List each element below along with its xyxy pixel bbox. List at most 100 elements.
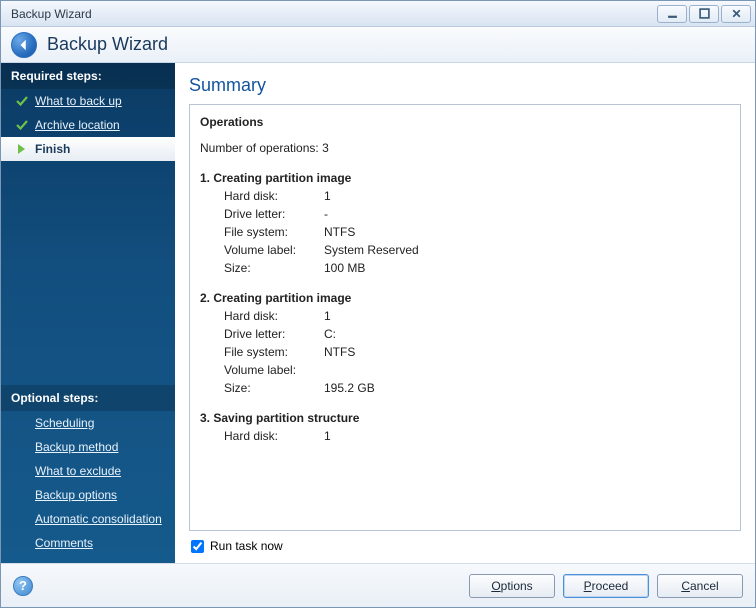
opt-label: Backup method: [35, 440, 118, 454]
operation-row: Drive letter:-: [200, 205, 730, 223]
optional-step-4[interactable]: Automatic consolidation: [1, 507, 175, 531]
run-task-label[interactable]: Run task now: [210, 539, 283, 553]
operation-row: Size:195.2 GB: [200, 379, 730, 397]
button-label-rest: roceed: [592, 579, 629, 593]
check-icon: [15, 118, 29, 132]
required-step-1[interactable]: Archive location: [1, 113, 175, 137]
accelerator: P: [584, 579, 592, 593]
optional-steps-header: Optional steps:: [1, 385, 175, 411]
optional-step-1[interactable]: Backup method: [1, 435, 175, 459]
button-label-rest: ptions: [501, 579, 533, 593]
main-panel: Summary Operations Number of operations:…: [175, 63, 755, 563]
header: Backup Wizard: [1, 27, 755, 63]
required-step-0[interactable]: What to back up: [1, 89, 175, 113]
row-value: 100 MB: [324, 259, 365, 277]
operation-row: Volume label:: [200, 361, 730, 379]
optional-step-0[interactable]: Scheduling: [1, 411, 175, 435]
step-label: Archive location: [35, 118, 120, 132]
required-steps-header: Required steps:: [1, 63, 175, 89]
close-icon: [731, 8, 742, 19]
row-key: Volume label:: [224, 241, 324, 259]
cancel-button[interactable]: Cancel: [657, 574, 743, 598]
row-value: 1: [324, 427, 331, 445]
operations-count-label: Number of operations:: [200, 141, 319, 155]
operation-1: 1. Creating partition imageHard disk:1Dr…: [200, 169, 730, 277]
row-key: Hard disk:: [224, 307, 324, 325]
close-button[interactable]: [721, 5, 751, 23]
operations-count-value: 3: [322, 141, 329, 155]
row-value: -: [324, 205, 328, 223]
row-value: NTFS: [324, 223, 355, 241]
step-label: What to back up: [35, 94, 122, 108]
options-button[interactable]: Options: [469, 574, 555, 598]
titlebar: Backup Wizard: [1, 1, 755, 27]
sidebar: Required steps: What to back up Archive l…: [1, 63, 175, 563]
required-step-2[interactable]: Finish: [1, 137, 175, 161]
row-key: File system:: [224, 223, 324, 241]
operation-row: Size:100 MB: [200, 259, 730, 277]
operation-title: 3. Saving partition structure: [200, 409, 730, 427]
run-task-checkbox[interactable]: [191, 540, 204, 553]
minimize-button[interactable]: [657, 5, 687, 23]
summary-box: Operations Number of operations: 3 1. Cr…: [189, 104, 741, 531]
operation-title: 1. Creating partition image: [200, 169, 730, 187]
back-arrow-icon: [17, 38, 31, 52]
summary-heading: Summary: [189, 75, 741, 96]
bullet-icon: [15, 440, 29, 454]
row-key: Size:: [224, 379, 324, 397]
optional-step-5[interactable]: Comments: [1, 531, 175, 555]
bullet-icon: [15, 536, 29, 550]
operation-row: Hard disk:1: [200, 307, 730, 325]
operation-row: File system:NTFS: [200, 343, 730, 361]
row-value: NTFS: [324, 343, 355, 361]
footer: ? Options Proceed Cancel: [1, 563, 755, 607]
bullet-icon: [15, 488, 29, 502]
help-icon: ?: [19, 578, 27, 593]
window: Backup Wizard Backup Wizard Required ste…: [0, 0, 756, 608]
row-value: System Reserved: [324, 241, 419, 259]
operations-count: Number of operations: 3: [200, 139, 730, 157]
row-key: Drive letter:: [224, 325, 324, 343]
help-button[interactable]: ?: [13, 576, 33, 596]
row-key: Size:: [224, 259, 324, 277]
run-task-row: Run task now: [189, 539, 741, 553]
button-label-rest: ancel: [690, 579, 719, 593]
operation-2: 2. Creating partition imageHard disk:1Dr…: [200, 289, 730, 397]
accelerator: O: [491, 579, 500, 593]
operation-row: Hard disk:1: [200, 427, 730, 445]
minimize-icon: [667, 8, 678, 19]
row-value: 195.2 GB: [324, 379, 375, 397]
sidebar-spacer: [1, 161, 175, 385]
header-title: Backup Wizard: [47, 34, 168, 55]
opt-label: Automatic consolidation: [35, 512, 162, 526]
window-title: Backup Wizard: [11, 7, 655, 21]
step-label: Finish: [35, 142, 70, 156]
opt-label: What to exclude: [35, 464, 121, 478]
row-value: 1: [324, 307, 331, 325]
bullet-icon: [15, 464, 29, 478]
row-key: Volume label:: [224, 361, 324, 379]
operation-3: 3. Saving partition structureHard disk:1: [200, 409, 730, 445]
back-button[interactable]: [11, 32, 37, 58]
row-key: Drive letter:: [224, 205, 324, 223]
bullet-icon: [15, 416, 29, 430]
row-key: File system:: [224, 343, 324, 361]
opt-label: Comments: [35, 536, 93, 550]
optional-step-3[interactable]: Backup options: [1, 483, 175, 507]
proceed-button[interactable]: Proceed: [563, 574, 649, 598]
opt-label: Backup options: [35, 488, 117, 502]
body: Required steps: What to back up Archive l…: [1, 63, 755, 563]
operation-row: Drive letter:C:: [200, 325, 730, 343]
maximize-button[interactable]: [689, 5, 719, 23]
row-key: Hard disk:: [224, 187, 324, 205]
operation-row: File system:NTFS: [200, 223, 730, 241]
operation-row: Volume label:System Reserved: [200, 241, 730, 259]
operation-row: Hard disk:1: [200, 187, 730, 205]
optional-step-2[interactable]: What to exclude: [1, 459, 175, 483]
bullet-icon: [15, 512, 29, 526]
row-value: C:: [324, 325, 336, 343]
row-value: 1: [324, 187, 331, 205]
accelerator: C: [681, 579, 690, 593]
check-icon: [15, 94, 29, 108]
operation-title: 2. Creating partition image: [200, 289, 730, 307]
